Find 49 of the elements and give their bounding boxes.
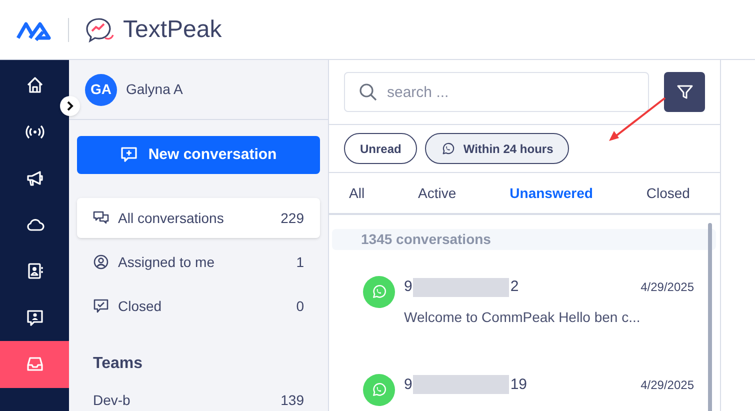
- chat-check-icon: [93, 298, 109, 314]
- nav-item[interactable]: Closed 0: [77, 286, 320, 326]
- nav-label: All conversations: [118, 208, 225, 228]
- team-name: Dev-b: [93, 391, 132, 410]
- filter-chip[interactable]: Unread: [344, 133, 418, 164]
- section-heading: Teams: [92, 354, 144, 374]
- user-avatar: GA: [85, 74, 117, 106]
- whatsapp-icon: [371, 382, 387, 398]
- product-name: TextPeak: [123, 14, 222, 44]
- user-name: Galyna A: [126, 80, 183, 100]
- conversation-count: 1345 conversations: [332, 229, 716, 250]
- contact-name-start: 9: [404, 277, 412, 297]
- contact-name-end: 19: [510, 374, 528, 394]
- tab[interactable]: Unanswered: [510, 182, 593, 204]
- tab[interactable]: Closed: [646, 182, 690, 204]
- chevron-right-icon: [66, 101, 74, 111]
- team-count: 139: [280, 391, 304, 410]
- search-field[interactable]: search ...: [344, 72, 649, 112]
- megaphone-icon: [24, 168, 44, 188]
- filter-icon: [676, 83, 694, 101]
- nav-item[interactable]: All conversations 229: [77, 198, 320, 238]
- contact-name-end: 2: [510, 277, 519, 297]
- message-preview: Welcome to CommPeak Hello ben c...: [404, 308, 642, 326]
- nav-count: 0: [296, 296, 304, 316]
- tab[interactable]: Active: [418, 182, 456, 204]
- message-date: 4/29/2025: [640, 376, 694, 394]
- chart-bubble-logo-icon: [85, 16, 115, 44]
- nav-count: 229: [280, 208, 304, 228]
- add-chat-icon: [120, 146, 138, 164]
- filter-button[interactable]: [664, 72, 705, 112]
- team-item[interactable]: Dev-b 139: [69, 390, 328, 411]
- collapse-toggle[interactable]: [60, 96, 80, 116]
- whatsapp-icon: [371, 284, 387, 300]
- annotation-arrow: [608, 97, 666, 143]
- user-circle-icon: [93, 254, 109, 270]
- chat-user-icon: [24, 308, 44, 328]
- nav-label: Assigned to me: [118, 252, 216, 272]
- home-icon: [24, 75, 44, 96]
- contact-name-start: 9: [404, 374, 412, 394]
- nav-label: Closed: [118, 296, 163, 316]
- new-conversation-button[interactable]: New conversation: [77, 136, 320, 174]
- tab[interactable]: All: [349, 182, 365, 204]
- message-date: 4/29/2025: [640, 279, 694, 296]
- filter-chip[interactable]: Within 24 hours: [425, 133, 570, 164]
- search-icon: [359, 83, 377, 101]
- nav-item[interactable]: Assigned to me 1: [77, 242, 320, 282]
- chat-bubbles-icon: [93, 210, 109, 226]
- scrollbar[interactable]: [708, 223, 712, 411]
- nav-count: 1: [296, 252, 304, 272]
